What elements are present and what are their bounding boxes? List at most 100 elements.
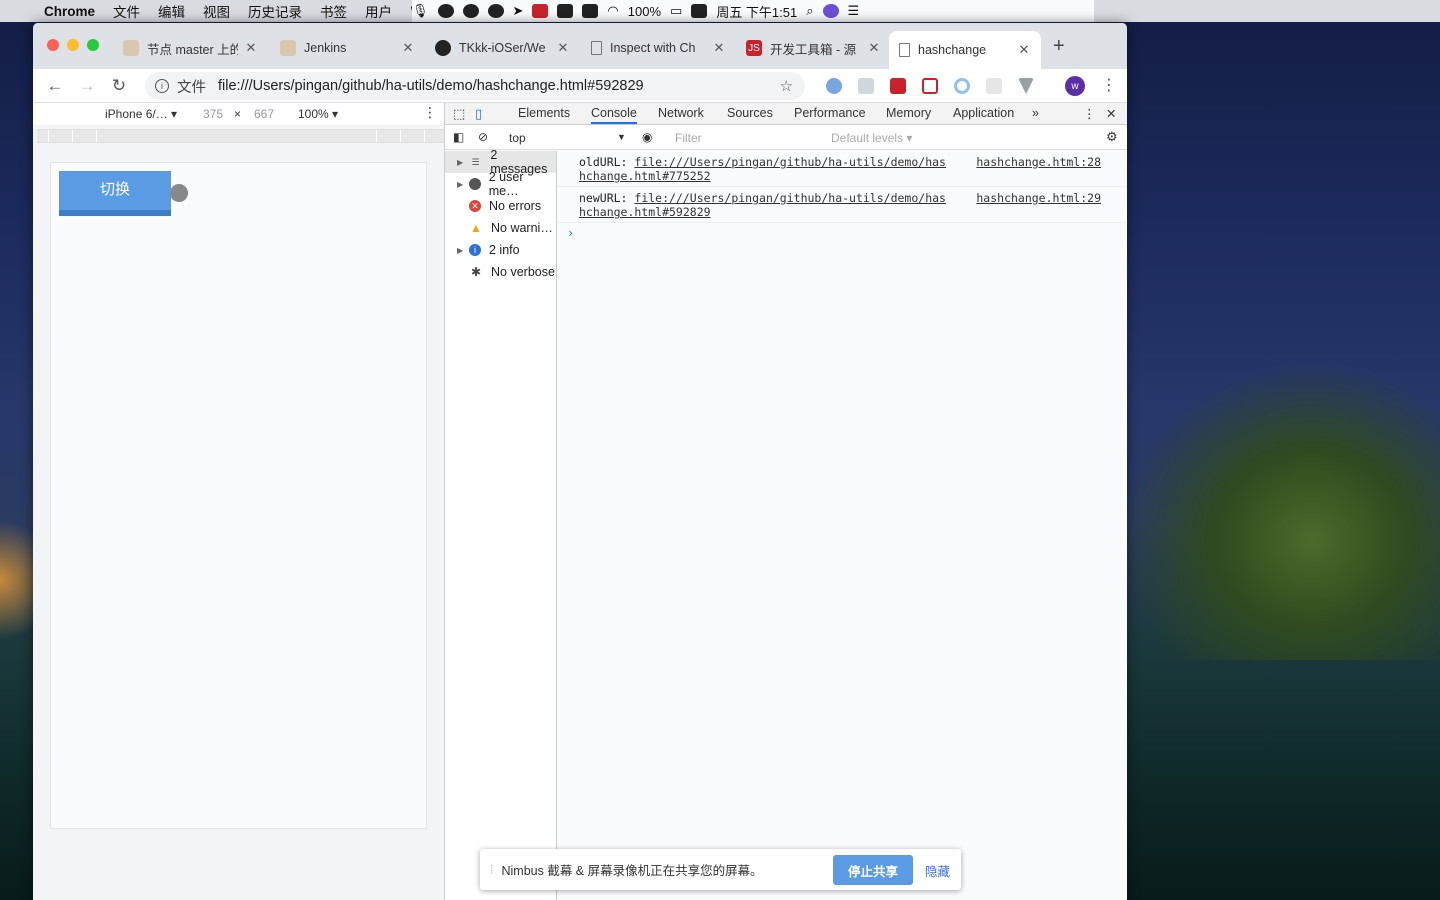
hide-link[interactable]: 隐藏 bbox=[925, 861, 950, 880]
device-toolbar-icon[interactable]: ▯ bbox=[475, 106, 482, 122]
tab-network[interactable]: Network bbox=[658, 106, 704, 120]
vpn-icon[interactable] bbox=[557, 4, 574, 18]
sidebar-item-user-messages[interactable]: ▶ 2 user me… bbox=[445, 170, 556, 198]
close-tab-icon[interactable]: ✕ bbox=[712, 40, 726, 56]
console-prompt-input[interactable]: › bbox=[557, 223, 1127, 243]
extension-dollar-icon[interactable] bbox=[986, 78, 1002, 94]
log-source-link[interactable]: hashchange.html:28 bbox=[976, 155, 1101, 169]
console-settings-gear-icon[interactable]: ⚙ bbox=[1106, 129, 1118, 145]
tab-elements[interactable]: Elements bbox=[518, 106, 570, 120]
dropbox-s-icon[interactable] bbox=[691, 4, 708, 18]
log-url-link[interactable]: file:///Users/pingan/github/ha-utils/dem… bbox=[634, 155, 946, 169]
zoom-window-button[interactable] bbox=[87, 39, 99, 51]
notification-center-icon[interactable]: ☰ bbox=[848, 3, 860, 19]
extension-circle-icon[interactable] bbox=[954, 78, 970, 94]
console-filter-input[interactable]: Filter bbox=[667, 128, 819, 147]
address-bar[interactable]: i 文件 file:///Users/pingan/github/ha-util… bbox=[145, 72, 805, 100]
bookmark-star-icon[interactable]: ☆ bbox=[780, 77, 793, 95]
close-tab-icon[interactable]: ✕ bbox=[244, 40, 258, 56]
close-tab-icon[interactable]: ✕ bbox=[401, 40, 415, 56]
tab-devtools-box[interactable]: JS 开发工具箱 - 源 ✕ bbox=[736, 33, 891, 63]
device-width[interactable]: 375 bbox=[203, 107, 223, 121]
close-tab-icon[interactable]: ✕ bbox=[867, 40, 881, 56]
close-tab-icon[interactable]: ✕ bbox=[556, 40, 570, 56]
media-query-ruler[interactable] bbox=[37, 129, 444, 143]
menu-file[interactable]: 文件 bbox=[104, 1, 149, 21]
expand-arrow-icon[interactable]: ▶ bbox=[457, 180, 467, 189]
device-select[interactable]: iPhone 6/… ▾ bbox=[105, 107, 177, 121]
more-tabs-icon[interactable]: » bbox=[1032, 106, 1039, 120]
new-tab-button[interactable]: + bbox=[1053, 35, 1065, 58]
info-icon[interactable]: i bbox=[155, 79, 169, 93]
clear-console-icon[interactable]: ⊘ bbox=[478, 130, 488, 144]
extension-reader-icon[interactable] bbox=[858, 78, 874, 94]
log-url-link-continued[interactable]: hchange.html#775252 bbox=[579, 169, 711, 183]
tab-memory[interactable]: Memory bbox=[886, 106, 931, 120]
tab-application[interactable]: Application bbox=[953, 106, 1014, 120]
tab-console[interactable]: Console bbox=[591, 106, 637, 124]
hat-icon[interactable] bbox=[462, 4, 479, 18]
send-icon[interactable]: ➤ bbox=[513, 3, 524, 19]
drag-handle-icon[interactable]: ⁞ bbox=[490, 863, 493, 877]
tab-github[interactable]: TKkk-iOSer/We ✕ bbox=[425, 33, 580, 63]
close-window-button[interactable] bbox=[47, 39, 59, 51]
minimize-window-button[interactable] bbox=[67, 39, 79, 51]
log-url-link-continued[interactable]: hchange.html#592829 bbox=[579, 205, 711, 219]
tab-inspect[interactable]: Inspect with Ch ✕ bbox=[581, 33, 736, 63]
tab-performance[interactable]: Performance bbox=[794, 106, 866, 120]
log-url-link[interactable]: file:///Users/pingan/github/ha-utils/dem… bbox=[634, 191, 946, 205]
sidebar-item-errors[interactable]: ✕ No errors bbox=[445, 195, 556, 217]
battery-icon[interactable]: ▭ bbox=[670, 3, 682, 19]
menu-bookmarks[interactable]: 书签 bbox=[311, 1, 356, 21]
menu-people[interactable]: 用户 bbox=[356, 1, 401, 21]
menu-view[interactable]: 视图 bbox=[194, 1, 239, 21]
tab-sources[interactable]: Sources bbox=[727, 106, 773, 120]
device-more-icon[interactable]: ⋮ bbox=[423, 104, 437, 121]
close-tab-icon[interactable]: ✕ bbox=[1017, 42, 1031, 58]
context-select[interactable]: top bbox=[509, 131, 526, 145]
menu-edit[interactable]: 编辑 bbox=[149, 1, 194, 21]
inspect-element-icon[interactable]: ⬚ bbox=[453, 106, 465, 122]
expand-arrow-icon[interactable]: ▶ bbox=[457, 158, 467, 167]
tab-title: 开发工具箱 - 源 bbox=[770, 42, 857, 57]
tab-jenkins[interactable]: Jenkins ✕ bbox=[270, 33, 425, 63]
wechat-work-icon[interactable] bbox=[487, 4, 504, 18]
clock[interactable]: 周五 下午1:51 bbox=[716, 2, 797, 21]
chrome-menu-icon[interactable]: ⋮ bbox=[1101, 75, 1117, 95]
wechat-icon[interactable] bbox=[437, 4, 454, 18]
sidebar-item-info[interactable]: ▶ i 2 info bbox=[445, 239, 556, 261]
toggle-hash-button[interactable]: 切换 bbox=[59, 171, 171, 216]
input-method-icon[interactable] bbox=[582, 4, 599, 18]
log-levels-select[interactable]: Default levels ▾ bbox=[831, 131, 912, 145]
live-expression-eye-icon[interactable]: ◉ bbox=[642, 130, 652, 144]
reload-button[interactable]: ↻ bbox=[103, 76, 135, 96]
wifi-icon[interactable]: ◠ bbox=[607, 3, 618, 19]
back-button[interactable]: ← bbox=[39, 76, 71, 96]
expand-arrow-icon[interactable]: ▶ bbox=[457, 246, 467, 255]
stop-sharing-button[interactable]: 停止共享 bbox=[833, 855, 913, 885]
menu-history[interactable]: 历史记录 bbox=[239, 1, 311, 21]
shield-icon[interactable] bbox=[532, 4, 549, 18]
microphone-icon[interactable]: 🎙 bbox=[412, 3, 429, 19]
devtools-menu-icon[interactable]: ⋮ bbox=[1083, 106, 1096, 121]
device-height[interactable]: 667 bbox=[254, 107, 274, 121]
forward-button[interactable]: → bbox=[71, 76, 103, 96]
close-devtools-icon[interactable]: ✕ bbox=[1106, 106, 1116, 121]
url-text[interactable]: file:///Users/pingan/github/ha-utils/dem… bbox=[218, 78, 644, 94]
search-icon[interactable]: ⌕ bbox=[806, 3, 813, 19]
menu-app-name[interactable]: Chrome bbox=[40, 4, 104, 19]
tab-hashchange[interactable]: hashchange ✕ bbox=[889, 31, 1041, 69]
extension-translate-icon[interactable] bbox=[826, 78, 842, 94]
zoom-select[interactable]: 100% ▾ bbox=[298, 107, 338, 121]
extension-js-icon[interactable] bbox=[890, 78, 906, 94]
context-dropdown-icon[interactable]: ▼ bbox=[617, 132, 626, 142]
profile-avatar[interactable]: w bbox=[1065, 76, 1085, 96]
extension-n-icon[interactable] bbox=[922, 78, 938, 94]
extension-vue-icon[interactable] bbox=[1018, 78, 1034, 94]
siri-icon[interactable] bbox=[822, 4, 839, 18]
sidebar-toggle-icon[interactable]: ◧ bbox=[453, 130, 464, 144]
sidebar-item-warnings[interactable]: ▲ No warni… bbox=[445, 217, 556, 239]
tab-jenkins-node[interactable]: 节点 master 上的 ✕ bbox=[113, 33, 268, 63]
log-source-link[interactable]: hashchange.html:29 bbox=[976, 191, 1101, 205]
sidebar-item-verbose[interactable]: ✱ No verbose bbox=[445, 261, 556, 283]
